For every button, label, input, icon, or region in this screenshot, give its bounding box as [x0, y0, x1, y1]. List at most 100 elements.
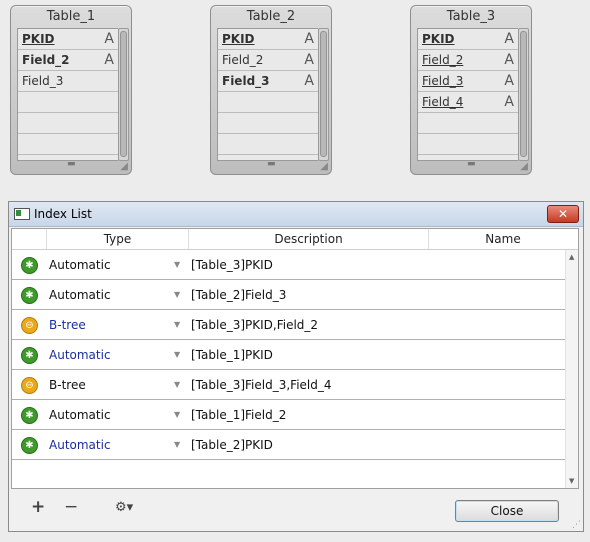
table-card-2[interactable]: Table_2 PKID A Field_2 A Field_3 A ▬ ◢ [210, 5, 332, 175]
type-dropdown-icon[interactable]: ▼ [174, 320, 180, 329]
field-row[interactable]: Field_4 A [418, 92, 518, 113]
field-row-empty [18, 113, 118, 134]
field-name: PKID [22, 32, 55, 46]
index-rows: ✱ Automatic ▼ [Table_3]PKID ✱ Automatic ▼ [Tabl… [12, 250, 565, 460]
alpha-type-icon: A [504, 52, 514, 68]
scroll-down-icon[interactable]: ▼ [569, 477, 574, 485]
field-name: Field_2 [422, 53, 464, 67]
field-name: PKID [422, 32, 455, 46]
close-icon[interactable]: ✕ [547, 205, 579, 223]
header-type[interactable]: Type [47, 229, 189, 249]
field-list: PKID A Field_2 A Field_3 [17, 28, 118, 161]
index-type[interactable]: Automatic [49, 408, 111, 422]
index-type[interactable]: Automatic [49, 258, 111, 272]
field-row[interactable]: Field_3 [18, 71, 118, 92]
field-row[interactable]: PKID A [418, 29, 518, 50]
table-title[interactable]: Table_2 [211, 6, 331, 26]
field-scrollbar[interactable] [518, 28, 529, 161]
alpha-type-icon: A [304, 31, 314, 47]
field-name: Field_2 [22, 53, 70, 67]
field-row[interactable]: PKID A [218, 29, 318, 50]
tree-icon: ✱ [21, 437, 38, 454]
link-icon: ⊖ [21, 317, 38, 334]
resize-handle-icon[interactable]: ◢ [320, 161, 328, 172]
field-name: Field_3 [222, 74, 270, 88]
field-name: Field_3 [422, 74, 464, 88]
field-row-empty [418, 134, 518, 155]
field-row-empty [218, 92, 318, 113]
field-row[interactable]: Field_3 A [418, 71, 518, 92]
close-button[interactable]: Close [455, 500, 559, 522]
table-title[interactable]: Table_1 [11, 6, 131, 26]
index-type[interactable]: B-tree [49, 318, 86, 332]
link-icon: ⊖ [21, 377, 38, 394]
field-scrollbar[interactable] [318, 28, 329, 161]
settings-gear-icon[interactable]: ⚙▾ [115, 500, 133, 515]
scrollbar-thumb[interactable] [520, 31, 527, 157]
index-row[interactable]: ✱ Automatic ▼ [Table_2]Field_3 [12, 280, 565, 310]
index-row[interactable]: ⊖ B-tree ▼ [Table_3]PKID,Field_2 [12, 310, 565, 340]
field-row[interactable]: Field_2 A [218, 50, 318, 71]
field-scrollbar[interactable] [118, 28, 129, 161]
alpha-type-icon: A [104, 31, 114, 47]
list-header: Type Description Name [12, 229, 578, 250]
grip-icon[interactable]: ▬ [267, 160, 276, 169]
type-dropdown-icon[interactable]: ▼ [174, 350, 180, 359]
index-description: [Table_2]Field_3 [191, 288, 287, 302]
index-description: [Table_1]Field_2 [191, 408, 287, 422]
alpha-type-icon: A [304, 73, 314, 89]
dialog-titlebar[interactable]: Index List ✕ [9, 202, 583, 227]
grip-icon[interactable]: ▬ [67, 160, 76, 169]
window-icon [14, 208, 30, 220]
field-row[interactable]: Field_2 A [418, 50, 518, 71]
resize-handle-icon[interactable]: ◢ [120, 161, 128, 172]
list-scrollbar[interactable]: ▲ ▼ [565, 250, 578, 488]
remove-index-button[interactable]: − [64, 497, 78, 517]
header-description[interactable]: Description [189, 229, 429, 249]
index-description: [Table_3]Field_3,Field_4 [191, 378, 332, 392]
index-description: [Table_1]PKID [191, 348, 273, 362]
index-row[interactable]: ✱ Automatic ▼ [Table_2]PKID [12, 430, 565, 460]
alpha-type-icon: A [504, 31, 514, 47]
table-card-1[interactable]: Table_1 PKID A Field_2 A Field_3 ▬ ◢ [10, 5, 132, 175]
index-type[interactable]: Automatic [49, 438, 111, 452]
field-list: PKID A Field_2 A Field_3 A Field_4 A [417, 28, 518, 161]
field-row[interactable]: Field_3 A [218, 71, 318, 92]
field-row[interactable]: PKID A [18, 29, 118, 50]
index-row[interactable]: ✱ Automatic ▼ [Table_1]PKID [12, 340, 565, 370]
field-row[interactable]: Field_2 A [18, 50, 118, 71]
field-list: PKID A Field_2 A Field_3 A [217, 28, 318, 161]
type-dropdown-icon[interactable]: ▼ [174, 260, 180, 269]
scrollbar-thumb[interactable] [120, 31, 127, 157]
index-description: [Table_2]PKID [191, 438, 273, 452]
field-name: PKID [222, 32, 255, 46]
index-list: Type Description Name ✱ Automatic ▼ [Table_… [11, 228, 579, 489]
index-row[interactable]: ✱ Automatic ▼ [Table_3]PKID [12, 250, 565, 280]
tree-icon: ✱ [21, 287, 38, 304]
index-description: [Table_3]PKID,Field_2 [191, 318, 319, 332]
grip-icon[interactable]: ▬ [467, 160, 476, 169]
scrollbar-thumb[interactable] [320, 31, 327, 157]
add-index-button[interactable]: + [31, 497, 45, 517]
field-name: Field_4 [422, 95, 464, 109]
type-dropdown-icon[interactable]: ▼ [174, 290, 180, 299]
tree-icon: ✱ [21, 407, 38, 424]
type-dropdown-icon[interactable]: ▼ [174, 440, 180, 449]
header-icon-column[interactable] [12, 229, 47, 249]
index-list-dialog: Index List ✕ Type Description Name ✱ Auto… [8, 201, 584, 532]
alpha-type-icon: A [304, 52, 314, 68]
type-dropdown-icon[interactable]: ▼ [174, 380, 180, 389]
index-row[interactable]: ✱ Automatic ▼ [Table_1]Field_2 [12, 400, 565, 430]
resize-grip-icon[interactable]: ⋰ [572, 520, 581, 530]
index-type[interactable]: Automatic [49, 288, 111, 302]
type-dropdown-icon[interactable]: ▼ [174, 410, 180, 419]
scroll-up-icon[interactable]: ▲ [569, 253, 574, 261]
table-title[interactable]: Table_3 [411, 6, 531, 26]
header-name[interactable]: Name [429, 229, 577, 249]
table-card-3[interactable]: Table_3 PKID A Field_2 A Field_3 A Field_4 A… [410, 5, 532, 175]
alpha-type-icon: A [104, 52, 114, 68]
resize-handle-icon[interactable]: ◢ [520, 161, 528, 172]
index-row[interactable]: ⊖ B-tree ▼ [Table_3]Field_3,Field_4 [12, 370, 565, 400]
index-type[interactable]: Automatic [49, 348, 111, 362]
index-type[interactable]: B-tree [49, 378, 86, 392]
